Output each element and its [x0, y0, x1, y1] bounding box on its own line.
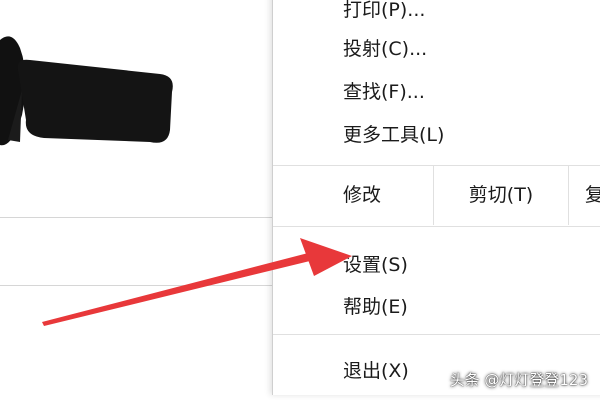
menu-item-label: 打印(P)... — [343, 0, 426, 21]
menu-item-print[interactable]: 打印(P)... — [273, 0, 600, 28]
menu-item-find[interactable]: 查找(F)... — [273, 70, 600, 110]
cut-button[interactable]: 剪切(T) — [433, 165, 568, 225]
menu-separator — [273, 226, 600, 227]
redacted-area — [0, 36, 173, 146]
context-menu: 打印(P)... 投射(C)... 查找(F)... 更多工具(L) 修改 剪切… — [272, 0, 600, 395]
menu-item-label: 查找(F)... — [343, 80, 425, 103]
menu-item-label: 设置(S) — [343, 253, 408, 276]
background-page — [0, 0, 275, 400]
copy-button[interactable]: 复 — [568, 165, 600, 225]
edit-label: 修改 — [343, 184, 382, 206]
edit-row: 修改 剪切(T) 复 — [273, 165, 600, 225]
menu-item-cast[interactable]: 投射(C)... — [273, 27, 600, 67]
divider — [0, 285, 275, 286]
menu-item-label: 投射(C)... — [343, 37, 428, 60]
watermark: 头条 @灯灯登登123 — [449, 371, 588, 389]
menu-item-label: 更多工具(L) — [343, 123, 445, 146]
menu-item-help[interactable]: 帮助(E) — [273, 285, 600, 325]
menu-item-label: 帮助(E) — [343, 295, 408, 318]
menu-item-more-tools[interactable]: 更多工具(L) — [273, 113, 600, 153]
menu-item-label: 退出(X) — [343, 359, 409, 382]
divider — [0, 217, 275, 218]
menu-separator — [273, 334, 600, 335]
menu-item-settings[interactable]: 设置(S) — [273, 243, 600, 283]
